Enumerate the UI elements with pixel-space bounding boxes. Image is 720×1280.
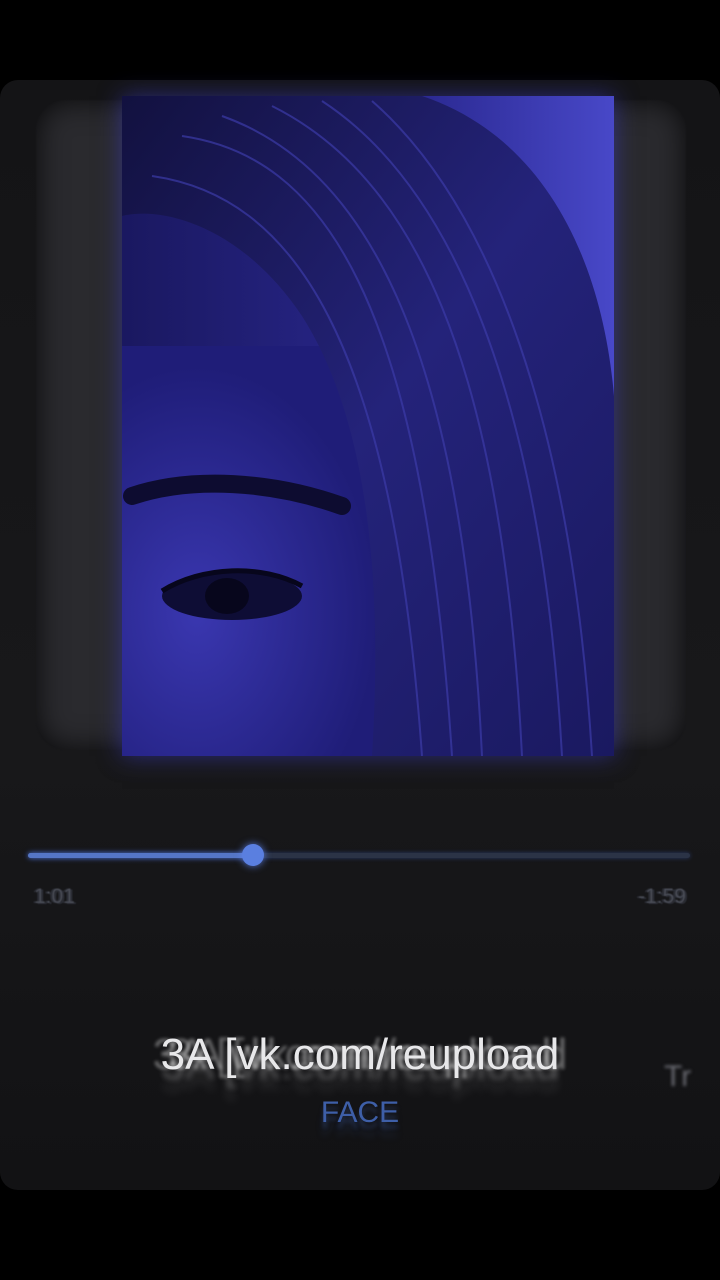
seek-track[interactable] (28, 853, 690, 858)
music-player-screen: 1:01 -1:59 3A [vk.com/reupload Tr FACE (0, 0, 720, 1280)
album-artwork[interactable] (122, 96, 614, 756)
track-title-overflow: Tr (664, 1060, 692, 1093)
elapsed-time: 1:01 (34, 885, 75, 908)
remaining-time: -1:59 (638, 885, 686, 908)
artwork-image (122, 96, 614, 756)
track-title: 3A [vk.com/reupload (160, 1030, 560, 1079)
seek-bar[interactable] (28, 840, 690, 870)
seek-handle[interactable] (242, 844, 265, 866)
track-artist[interactable]: FACE (0, 1096, 720, 1130)
seek-fill (28, 853, 254, 858)
